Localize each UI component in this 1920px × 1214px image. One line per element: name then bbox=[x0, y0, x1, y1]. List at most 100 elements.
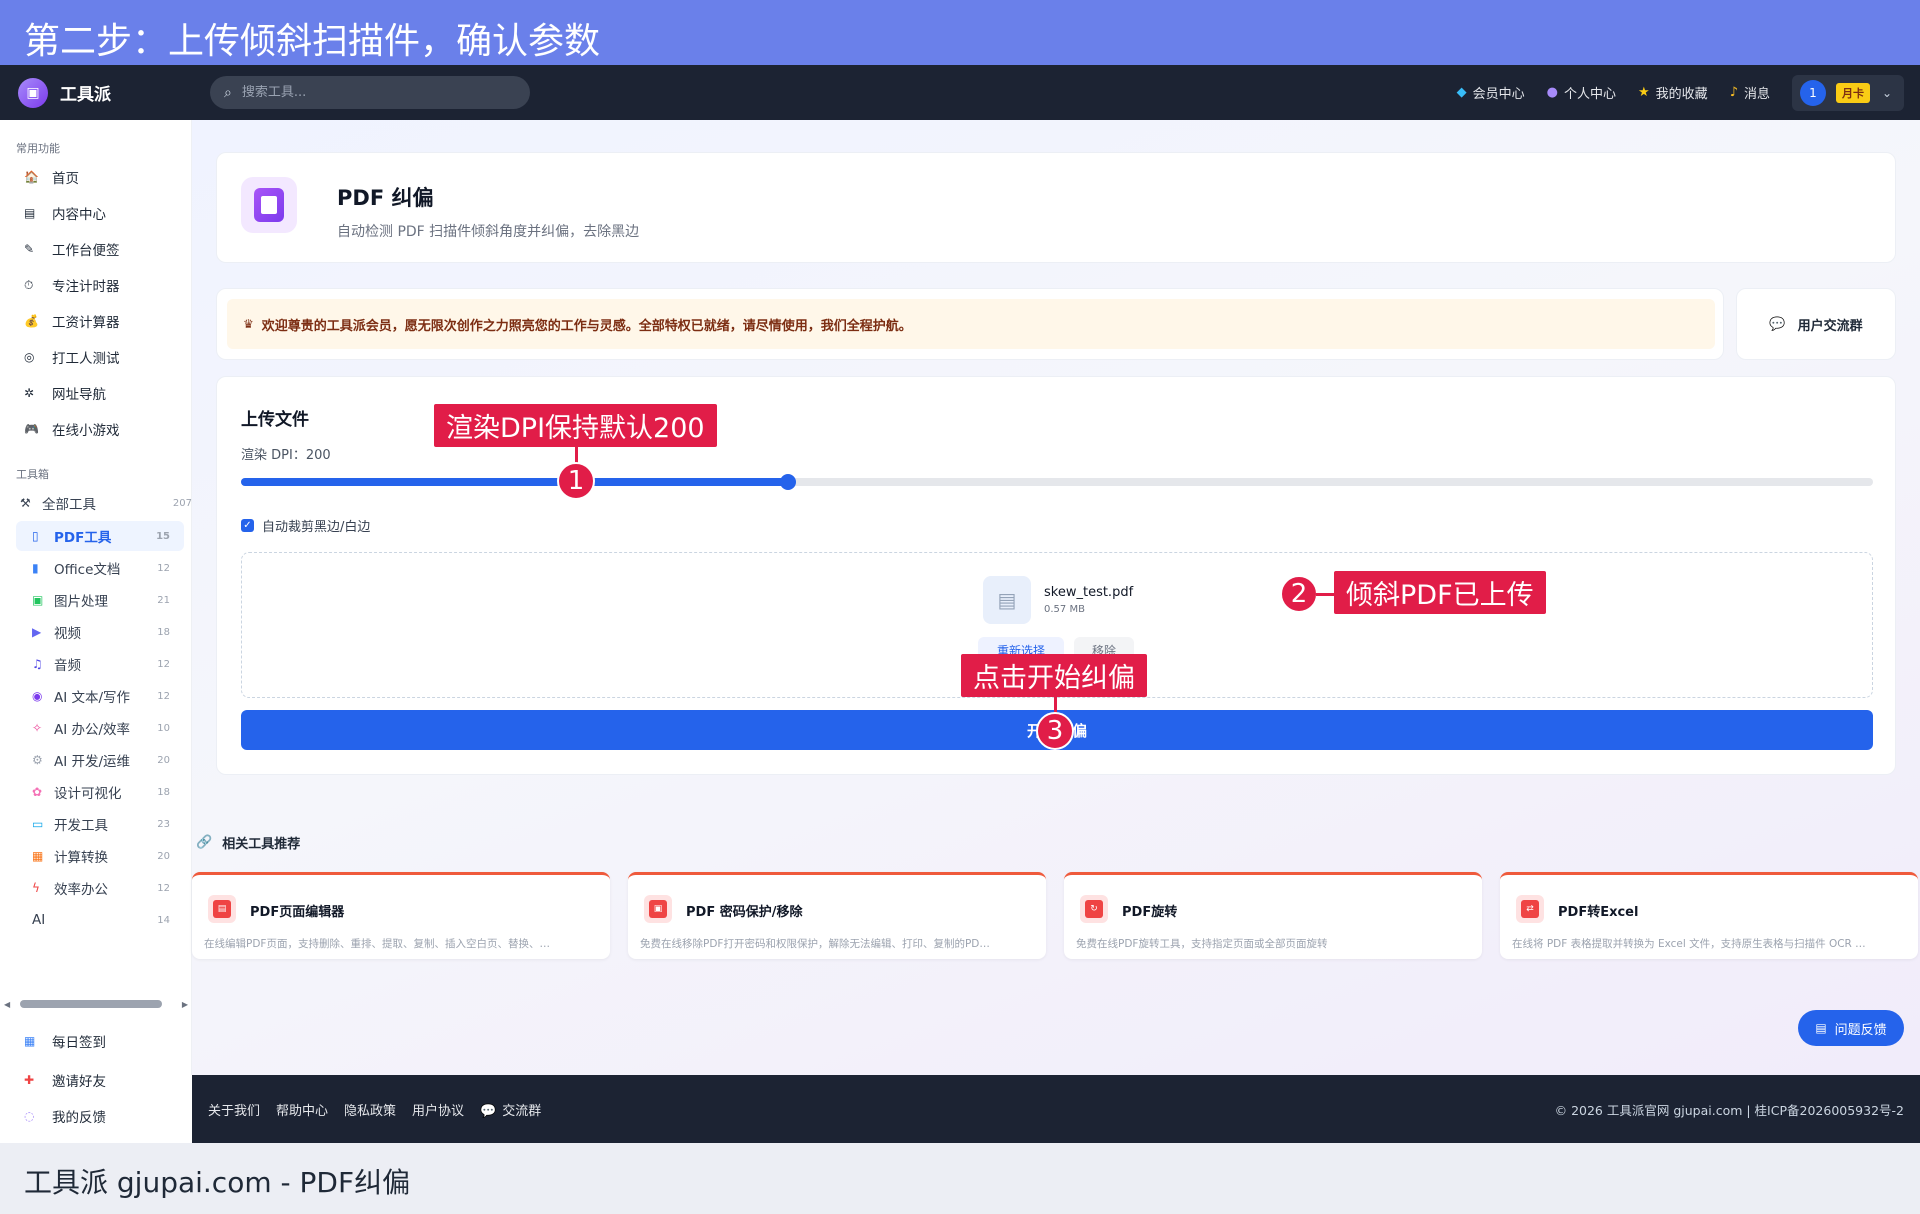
sidebar-item-video[interactable]: ▶ 视频 18 bbox=[16, 617, 184, 647]
tool-count: 12 bbox=[157, 562, 170, 574]
sidebar-item-efficiency[interactable]: ϟ 效率办公 12 bbox=[16, 873, 184, 903]
sidebar-item-salary[interactable]: 💰 工资计算器 bbox=[24, 311, 120, 331]
tool-count: 21 bbox=[157, 594, 170, 606]
pdf-to-excel-icon: ⇄ bbox=[1516, 895, 1544, 923]
lightning-icon: ϟ bbox=[32, 881, 40, 895]
memo-icon: ✎ bbox=[24, 242, 35, 256]
footer-link-terms[interactable]: 用户协议 bbox=[412, 1100, 464, 1119]
document-icon: ▮ bbox=[32, 561, 39, 575]
app-name: 工具派 bbox=[60, 85, 111, 105]
diamond-icon: ◆ bbox=[1456, 85, 1467, 100]
sidebar-item-label: 首页 bbox=[52, 171, 79, 187]
sidebar-section-common: 常用功能 bbox=[16, 142, 60, 155]
user-menu[interactable]: 1 月卡 ⌄ bbox=[1792, 74, 1904, 111]
sidebar-horizontal-scrollbar[interactable]: ◀ ▶ bbox=[4, 997, 188, 1011]
feedback-button[interactable]: ▤ 问题反馈 bbox=[1798, 1010, 1904, 1046]
sidebar-section-toolbox: 工具箱 bbox=[16, 468, 49, 481]
sidebar-item-my-feedback[interactable]: ◌ 我的反馈 bbox=[24, 1106, 106, 1126]
related-tool-card[interactable]: ⇄ PDF转Excel 在线将 PDF 表格提取并转换为 Excel 文件，支持… bbox=[1500, 872, 1918, 959]
nav-favorites[interactable]: ★ 我的收藏 bbox=[1638, 83, 1708, 102]
sidebar-item-content[interactable]: ▤ 内容中心 bbox=[24, 203, 106, 223]
scroll-right-icon[interactable]: ▶ bbox=[182, 1000, 188, 1009]
sidebar-item-ai[interactable]: AI 14 bbox=[16, 905, 184, 935]
membership-badge: 月卡 bbox=[1836, 82, 1870, 103]
tool-count: 207 bbox=[172, 497, 192, 509]
sidebar-item-ai-dev[interactable]: ⚙ AI 开发/运维 20 bbox=[16, 745, 184, 775]
crown-icon: ♛ bbox=[243, 317, 254, 331]
sidebar-item-label: 每日签到 bbox=[52, 1035, 106, 1051]
sidebar-item-dev-tools[interactable]: ▭ 开发工具 23 bbox=[16, 809, 184, 839]
pdf-rotate-icon: ↻ bbox=[1080, 895, 1108, 923]
auto-crop-option[interactable]: ✓ 自动裁剪黑边/白边 bbox=[241, 516, 370, 535]
image-icon: ▣ bbox=[32, 593, 44, 607]
newspaper-icon: ▤ bbox=[24, 206, 36, 220]
sidebar-item-timer[interactable]: ⏱ 专注计时器 bbox=[24, 275, 120, 296]
related-tool-card[interactable]: ↻ PDF旋转 免费在线PDF旋转工具，支持指定页面或全部页面旋转 bbox=[1064, 872, 1482, 959]
dpi-slider-fill bbox=[241, 478, 788, 486]
pdf-editor-icon: ▤ bbox=[208, 895, 236, 923]
sidebar-item-image[interactable]: ▣ 图片处理 21 bbox=[16, 585, 184, 615]
sidebar-item-all-tools[interactable]: ⚒ 全部工具 207 bbox=[12, 488, 192, 518]
auto-crop-checkbox[interactable]: ✓ bbox=[241, 519, 254, 532]
sidebar-item-label: 在线小游戏 bbox=[52, 423, 120, 439]
sidebar-item-office[interactable]: ▮ Office文档 12 bbox=[16, 553, 184, 583]
sidebar-item-label: 全部工具 bbox=[42, 497, 96, 513]
avatar: 1 bbox=[1800, 79, 1826, 106]
sidebar-item-games[interactable]: 🎮 在线小游戏 bbox=[24, 419, 120, 439]
nav-vip-center[interactable]: ◆ 会员中心 bbox=[1457, 83, 1525, 102]
footer-copyright: © 2026 工具派官网 gjupai.com | 桂ICP备202600593… bbox=[1554, 1102, 1904, 1118]
sidebar-item-audio[interactable]: ♫ 音频 12 bbox=[16, 649, 184, 679]
search-input[interactable] bbox=[241, 85, 502, 100]
link-icon: 🔗 bbox=[196, 835, 213, 850]
sidebar-item-pdf-tools[interactable]: ▯ PDF工具 15 bbox=[16, 521, 184, 551]
scroll-thumb[interactable] bbox=[20, 1000, 163, 1008]
sidebar-item-label: PDF工具 bbox=[54, 530, 112, 546]
sidebar-item-nav[interactable]: ✲ 网址导航 bbox=[24, 383, 106, 403]
nav-right: ◆ 会员中心 ● 个人中心 ★ 我的收藏 ♪ 消息 1 月卡 ⌄ bbox=[1435, 74, 1904, 111]
sidebar-item-home[interactable]: 🏠 首页 bbox=[24, 167, 79, 187]
gamepad-icon: 🎮 bbox=[24, 422, 39, 436]
tool-count: 18 bbox=[157, 786, 170, 798]
sidebar-item-ai-writing[interactable]: ◉ AI 文本/写作 12 bbox=[16, 681, 184, 711]
dpi-slider-thumb[interactable] bbox=[779, 474, 796, 490]
footer-link-about[interactable]: 关于我们 bbox=[208, 1100, 260, 1119]
home-icon: 🏠 bbox=[24, 170, 39, 184]
sidebar-item-design[interactable]: ✿ 设计可视化 18 bbox=[16, 777, 184, 807]
wand-icon: ✧ bbox=[32, 721, 43, 735]
pdf-icon: ▯ bbox=[32, 529, 39, 543]
target-icon: ◎ bbox=[24, 350, 35, 364]
sidebar-item-ai-office[interactable]: ✧ AI 办公/效率 10 bbox=[16, 713, 184, 743]
top-navbar: ▣ 工具派 ⌕ ◆ 会员中心 ● 个人中心 ★ 我的收藏 ♪ 消息 1 月卡 ⌄ bbox=[0, 65, 1920, 120]
footer-link-help[interactable]: 帮助中心 bbox=[276, 1100, 328, 1119]
related-tool-desc: 免费在线移除PDF打开密码和权限保护，解除无法编辑、打印、复制的PD… bbox=[640, 938, 990, 950]
sidebar-item-calc[interactable]: ▦ 计算转换 20 bbox=[16, 841, 184, 871]
nav-label: 个人中心 bbox=[1564, 87, 1617, 102]
sidebar-item-label: 计算转换 bbox=[54, 850, 108, 866]
related-title-text: 相关工具推荐 bbox=[222, 837, 301, 852]
community-button[interactable]: 💬 用户交流群 bbox=[1736, 288, 1896, 360]
tool-count: 10 bbox=[157, 722, 170, 734]
welcome-text: 欢迎尊贵的工具派会员，愿无限次创作之力照亮您的工作与灵感。全部特权已就绪，请尽情… bbox=[261, 318, 912, 334]
welcome-message: ♛ 欢迎尊贵的工具派会员，愿无限次创作之力照亮您的工作与灵感。全部特权已就绪，请… bbox=[227, 299, 1715, 349]
sidebar-item-memo[interactable]: ✎ 工作台便签 bbox=[24, 239, 120, 259]
pdf-deskew-icon bbox=[241, 177, 297, 233]
sidebar-item-invite[interactable]: ✚ 邀请好友 bbox=[24, 1070, 106, 1090]
footer-link-privacy[interactable]: 隐私政策 bbox=[344, 1100, 396, 1119]
nav-profile[interactable]: ● 个人中心 bbox=[1547, 83, 1616, 102]
sidebar-item-label: AI 办公/效率 bbox=[54, 722, 131, 738]
scroll-left-icon[interactable]: ◀ bbox=[4, 1000, 10, 1009]
sidebar-item-test[interactable]: ◎ 打工人测试 bbox=[24, 347, 120, 367]
dpi-slider[interactable] bbox=[241, 474, 1873, 490]
money-bag-icon: 💰 bbox=[24, 314, 39, 328]
footer-link-community[interactable]: 💬 交流群 bbox=[480, 1100, 541, 1119]
app-logo[interactable]: ▣ 工具派 bbox=[18, 77, 188, 108]
wrench-icon: ⚙ bbox=[32, 753, 43, 767]
tool-count: 23 bbox=[157, 818, 170, 830]
feedback-label: 问题反馈 bbox=[1834, 1022, 1887, 1038]
sidebar-item-checkin[interactable]: ▦ 每日签到 bbox=[24, 1031, 106, 1051]
search-bar[interactable]: ⌕ bbox=[210, 76, 530, 109]
related-tool-card[interactable]: ▤ PDF页面编辑器 在线编辑PDF页面，支持删除、重排、提取、复制、插入空白页… bbox=[192, 872, 610, 959]
related-tool-card[interactable]: ▣ PDF 密码保护/移除 免费在线移除PDF打开密码和权限保护，解除无法编辑、… bbox=[628, 872, 1046, 959]
sidebar-item-label: 工作台便签 bbox=[52, 243, 120, 259]
nav-messages[interactable]: ♪ 消息 bbox=[1730, 83, 1770, 102]
